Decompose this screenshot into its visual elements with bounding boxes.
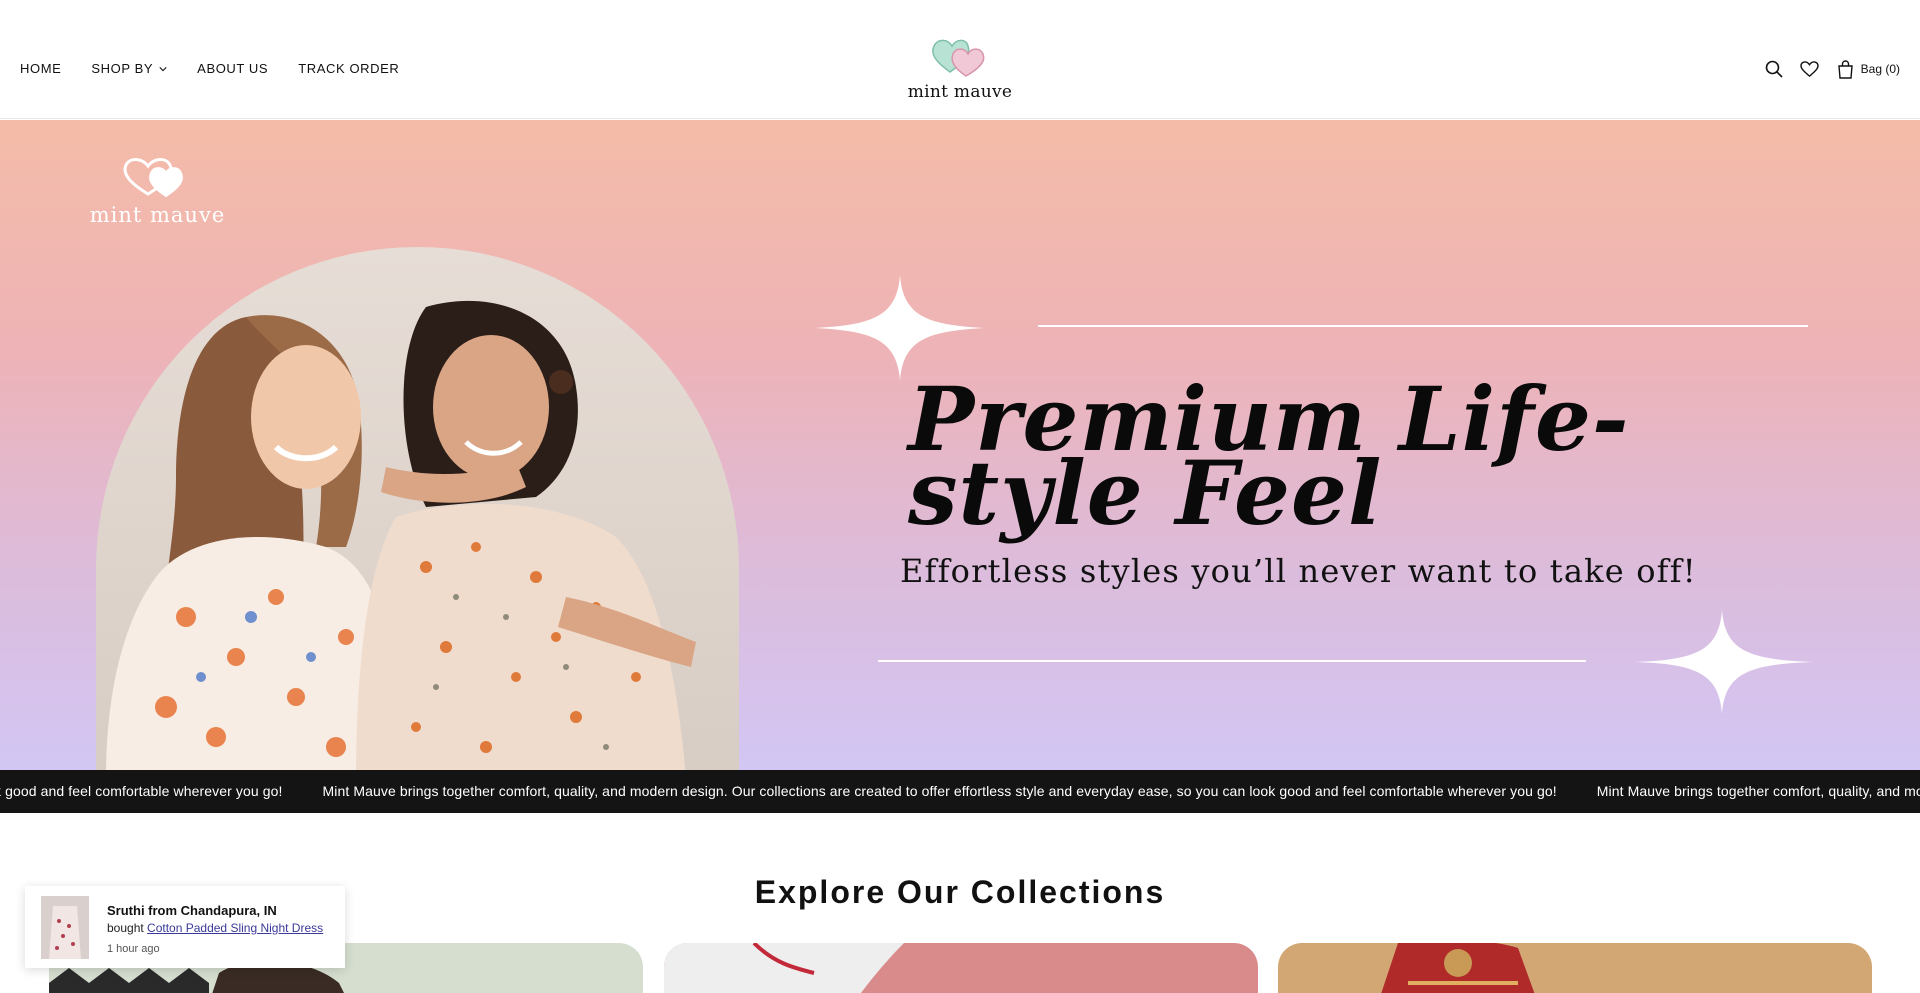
bought-label: bought — [107, 921, 144, 935]
hero-model-photo — [96, 247, 739, 770]
hero-models-illustration — [106, 300, 696, 770]
product-link[interactable]: Cotton Padded Sling Night Dress — [147, 921, 323, 935]
nav-home[interactable]: HOME — [20, 61, 61, 76]
decorative-line — [1038, 325, 1808, 327]
hero-logo: mint mauve — [70, 150, 245, 227]
brand-logo-text: mint mauve — [907, 82, 1013, 102]
hearts-logo-white-icon — [123, 158, 183, 198]
heart-icon[interactable] — [1799, 58, 1821, 80]
hearts-logo-icon — [932, 39, 985, 77]
product-thumbnail — [41, 896, 89, 959]
hero-title: Premium Life- style Feel — [908, 367, 1630, 545]
sparkle-icon — [815, 275, 985, 381]
sparkle-icon — [1635, 610, 1815, 714]
purchase-time: 1 hour ago — [107, 943, 160, 955]
nav-shop-by[interactable]: SHOP BY — [91, 61, 167, 76]
hero-logo-text: mint mauve — [89, 203, 226, 227]
nav-track-order[interactable]: TRACK ORDER — [298, 61, 399, 76]
nav-shop-by-label: SHOP BY — [91, 61, 154, 76]
hero-subtitle: Effortless styles you’ll never want to t… — [900, 552, 1697, 590]
site-header: HOME SHOP BY ABOUT US TRACK ORDER mint m… — [0, 0, 1920, 119]
bag-count-label[interactable]: Bag (0) — [1861, 62, 1900, 76]
bag-icon[interactable] — [1835, 58, 1857, 80]
decorative-line — [878, 660, 1586, 662]
header-actions: Bag (0) — [1749, 58, 1900, 80]
recent-purchase-toast[interactable]: Sruthi from Chandapura, IN bought Cotton… — [25, 886, 345, 968]
collection-card[interactable] — [664, 943, 1258, 993]
collection-card[interactable] — [1278, 943, 1872, 993]
purchase-line: bought Cotton Padded Sling Night Dress — [107, 921, 323, 935]
buyer-name: Sruthi from Chandapura, IN — [107, 903, 277, 918]
announcement-marquee: everyday ease, so you can look good and … — [0, 770, 1920, 813]
marquee-track: everyday ease, so you can look good and … — [0, 783, 1920, 799]
nav-about-us[interactable]: ABOUT US — [197, 61, 268, 76]
marquee-text: Mint Mauve brings together comfort, qual… — [1596, 783, 1920, 799]
main-nav: HOME SHOP BY ABOUT US TRACK ORDER — [20, 61, 429, 76]
collection-card-image — [1381, 943, 1535, 993]
marquee-text: Mint Mauve brings together comfort, qual… — [322, 783, 1557, 799]
marquee-text: everyday ease, so you can look good and … — [0, 783, 283, 799]
hero-banner[interactable]: mint mauve Premium Life- style Feel Effo… — [0, 120, 1920, 770]
search-icon[interactable] — [1763, 58, 1785, 80]
collection-card-image — [664, 943, 904, 993]
chevron-down-icon — [159, 66, 167, 71]
brand-logo[interactable]: mint mauve — [905, 32, 1015, 106]
